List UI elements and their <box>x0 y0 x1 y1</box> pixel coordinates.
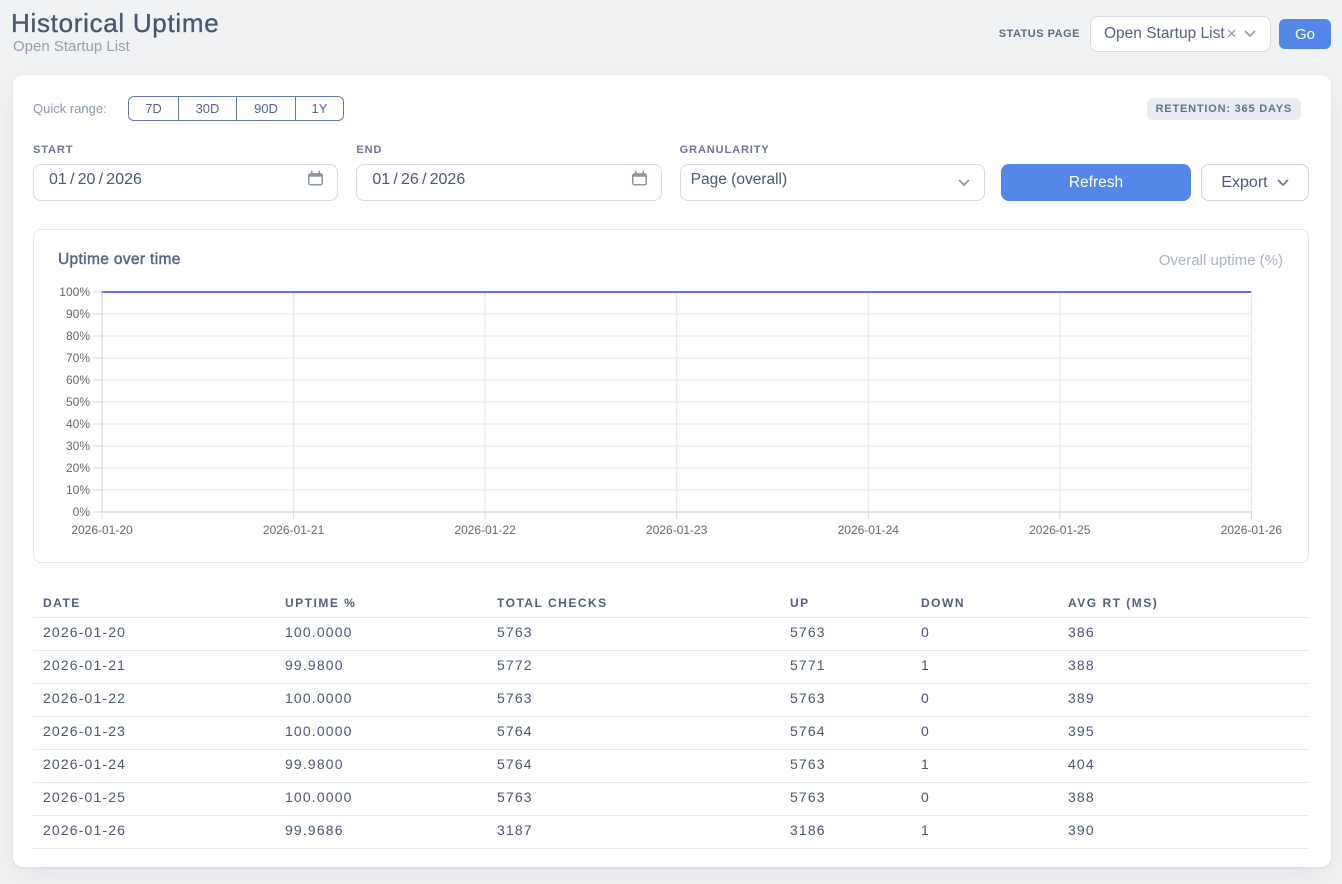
svg-text:2026-01-24: 2026-01-24 <box>838 523 900 537</box>
svg-text:2026-01-22: 2026-01-22 <box>454 523 516 537</box>
svg-text:70%: 70% <box>66 351 90 365</box>
svg-text:40%: 40% <box>66 417 90 431</box>
svg-text:10%: 10% <box>66 483 90 497</box>
svg-text:50%: 50% <box>66 395 90 409</box>
svg-text:2026-01-25: 2026-01-25 <box>1029 523 1091 537</box>
svg-text:2026-01-23: 2026-01-23 <box>646 523 708 537</box>
svg-text:60%: 60% <box>66 373 90 387</box>
svg-text:2026-01-20: 2026-01-20 <box>71 523 133 537</box>
svg-text:20%: 20% <box>66 461 90 475</box>
svg-text:2026-01-21: 2026-01-21 <box>263 523 325 537</box>
svg-text:30%: 30% <box>66 439 90 453</box>
svg-text:90%: 90% <box>66 307 90 321</box>
svg-text:0%: 0% <box>73 505 91 519</box>
svg-text:80%: 80% <box>66 329 90 343</box>
svg-text:2026-01-26: 2026-01-26 <box>1221 523 1283 537</box>
svg-text:100%: 100% <box>59 285 90 299</box>
